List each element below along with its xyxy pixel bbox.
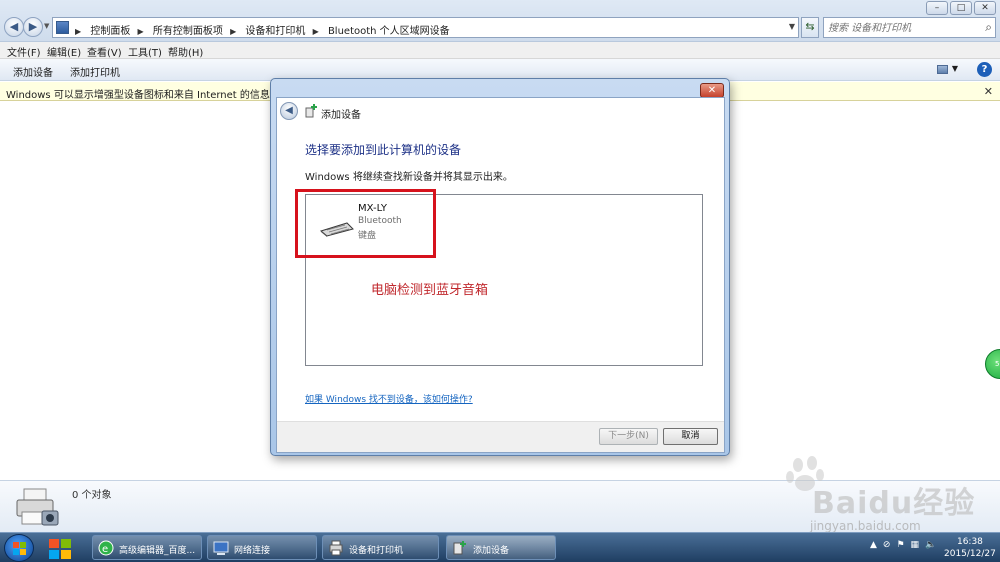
dialog-title: 添加设备 <box>321 110 361 121</box>
system-tray: ▲ ⊘ ⚑ ▦ 🔈 <box>870 540 936 550</box>
window-controls: – □ ✕ <box>926 1 996 15</box>
taskbar-item-label: 设备和打印机 <box>349 546 404 556</box>
search-input[interactable] <box>828 19 978 37</box>
control-panel-icon <box>56 21 69 34</box>
info-bar-close-icon[interactable]: ✕ <box>984 85 993 98</box>
start-button[interactable] <box>4 534 34 562</box>
breadcrumb-arrow-icon[interactable]: ▶ <box>313 27 319 36</box>
dialog-body: ◀ 添加设备 选择要添加到此计算机的设备 Windows 将继续查找新设备并将其… <box>276 97 725 453</box>
taskbar-item-label: 添加设备 <box>473 546 510 556</box>
taskbar-item-label: 网络连接 <box>234 546 271 556</box>
next-button[interactable]: 下一步(N) <box>599 428 658 445</box>
network-tray-icon[interactable]: ▦ <box>911 540 920 550</box>
dialog-subtitle: Windows 将继续查找新设备并将其显示出来。 <box>305 172 513 183</box>
dialog-footer: 下一步(N) 取消 <box>277 421 724 452</box>
breadcrumb-all-items[interactable]: 所有控制面板项 <box>153 26 223 37</box>
clock-time: 16:38 <box>956 537 983 547</box>
dialog-close-button[interactable]: ✕ <box>700 83 724 98</box>
add-device-dialog: ✕ ◀ 添加设备 选择要添加到此计算机的设备 Windows 将继续查找新设备并… <box>270 78 730 456</box>
view-dropdown-icon[interactable]: ▼ <box>952 64 958 73</box>
clock[interactable]: 16:38 2015/12/27 <box>944 536 996 560</box>
breadcrumb-control-panel[interactable]: 控制面板 <box>90 26 130 37</box>
close-window-button[interactable]: ✕ <box>974 1 996 15</box>
breadcrumb: ▶ 控制面板 ▶ 所有控制面板项 ▶ 设备和打印机 ▶ Bluetooth 个人… <box>75 22 454 37</box>
browser-icon: e <box>98 540 114 556</box>
add-device-icon <box>453 541 466 555</box>
search-box[interactable]: ⌕ <box>823 17 996 38</box>
refresh-button[interactable]: ⇆ <box>801 17 819 38</box>
menu-help[interactable]: 帮助(H) <box>168 44 203 59</box>
add-device-button[interactable]: 添加设备 <box>13 64 53 79</box>
taskbar-item-network[interactable]: 网络连接 <box>207 535 317 560</box>
help-link[interactable]: 如果 Windows 找不到设备，该如何操作? <box>305 392 473 405</box>
show-hidden-icons-icon[interactable]: ▲ <box>870 540 877 550</box>
change-view-icon[interactable] <box>937 65 948 74</box>
menu-tools[interactable]: 工具(T) <box>128 44 162 59</box>
taskbar-item-browser[interactable]: e 高级编辑器_百度... <box>92 535 202 560</box>
menu-bar: 文件(F) 编辑(E) 查看(V) 工具(T) 帮助(H) <box>0 42 1000 59</box>
windows-logo-icon <box>13 542 26 555</box>
floating-gadget-icon[interactable]: 50 <box>985 349 1000 379</box>
clock-date: 2015/12/27 <box>944 549 996 559</box>
annotation-caption: 电脑检测到蓝牙音箱 <box>371 283 489 298</box>
address-bar-row: – □ ✕ ◀ ▶ ▼ ▶ 控制面板 ▶ 所有控制面板项 ▶ 设备和打印机 ▶ … <box>0 0 1000 42</box>
taskbar-item-add-device[interactable]: 添加设备 <box>446 535 556 560</box>
quick-launch-windows-icon[interactable] <box>48 538 72 560</box>
object-count: 0 个对象 <box>72 490 112 501</box>
breadcrumb-devices-printers[interactable]: 设备和打印机 <box>245 26 305 37</box>
printer-icon <box>16 488 59 526</box>
cancel-button[interactable]: 取消 <box>663 428 718 445</box>
devices-printers-icon <box>329 540 343 556</box>
menu-edit[interactable]: 编辑(E) <box>47 44 81 59</box>
address-box[interactable]: ▶ 控制面板 ▶ 所有控制面板项 ▶ 设备和打印机 ▶ Bluetooth 个人… <box>52 17 799 38</box>
taskbar-item-devices-printers[interactable]: 设备和打印机 <box>322 535 439 560</box>
minimize-button[interactable]: – <box>926 1 948 15</box>
watermark-url: jingyan.baidu.com <box>810 519 921 533</box>
help-icon[interactable]: ? <box>977 62 992 77</box>
menu-view[interactable]: 查看(V) <box>87 44 122 59</box>
dialog-heading: 选择要添加到此计算机的设备 <box>305 143 462 157</box>
volume-icon[interactable]: 🔈 <box>925 540 936 550</box>
recent-pages-dropdown[interactable]: ▼ <box>44 22 49 30</box>
breadcrumb-arrow-icon[interactable]: ▶ <box>138 27 144 36</box>
annotation-highlight-box <box>295 189 436 258</box>
add-device-icon <box>305 104 317 118</box>
address-dropdown-icon[interactable]: ▼ <box>789 22 795 31</box>
info-bar-text[interactable]: Windows 可以显示增强型设备图标和来自 Internet 的信息。请单击 <box>6 86 310 101</box>
breadcrumb-bluetooth-pan[interactable]: Bluetooth 个人区域网设备 <box>328 26 450 37</box>
add-printer-button[interactable]: 添加打印机 <box>70 64 120 79</box>
network-icon <box>213 541 229 555</box>
menu-file[interactable]: 文件(F) <box>7 44 41 59</box>
breadcrumb-arrow-icon[interactable]: ▶ <box>75 27 81 36</box>
search-icon[interactable]: ⌕ <box>985 20 992 35</box>
forward-button[interactable]: ▶ <box>23 17 43 37</box>
taskbar: e 高级编辑器_百度... 网络连接 设备和打印机 添加设备 ▲ ⊘ ⚑ ▦ 🔈… <box>0 532 1000 562</box>
back-button[interactable]: ◀ <box>4 17 24 37</box>
svg-text:e: e <box>102 544 108 555</box>
taskbar-item-label: 高级编辑器_百度... <box>119 546 196 556</box>
breadcrumb-arrow-icon[interactable]: ▶ <box>230 27 236 36</box>
dialog-back-button[interactable]: ◀ <box>280 102 298 120</box>
security-icon[interactable]: ⊘ <box>883 540 891 550</box>
dialog-header: ◀ 添加设备 <box>277 98 724 125</box>
action-center-icon[interactable]: ⚑ <box>896 540 904 550</box>
watermark-text: Baidu经验 <box>812 486 976 521</box>
maximize-button[interactable]: □ <box>950 1 972 15</box>
